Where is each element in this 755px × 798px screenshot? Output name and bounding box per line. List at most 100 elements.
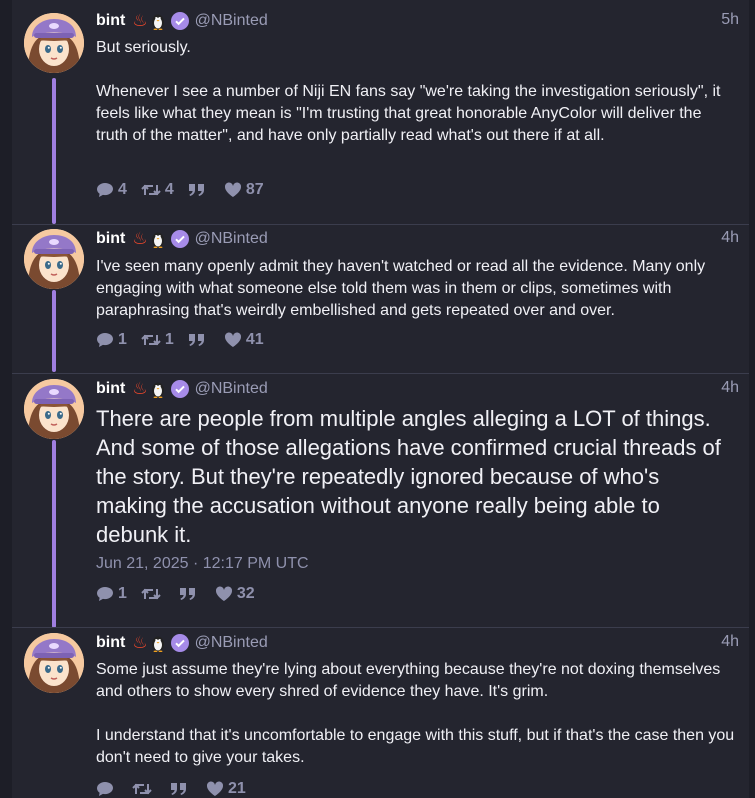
display-name[interactable]: bint (96, 380, 125, 398)
retweet-stat[interactable]: 4 (141, 181, 174, 199)
avatar[interactable] (24, 229, 84, 289)
left-gutter (0, 0, 12, 798)
username[interactable]: @NBinted (195, 230, 268, 248)
quote-stat[interactable] (179, 587, 201, 601)
tweet-stats: 21 (96, 780, 260, 798)
tweet-header: bint ♨ @NBinted 4h (96, 229, 739, 249)
reply-stat[interactable]: 1 (96, 585, 127, 603)
like-count: 21 (228, 780, 246, 797)
reply-count: 1 (118, 585, 127, 602)
tweet-header: bint ♨ @NBinted 5h (96, 11, 739, 31)
verified-badge-icon (170, 634, 189, 652)
quote-icon (170, 782, 192, 796)
display-name[interactable]: bint (96, 230, 125, 248)
tweet-paragraph: I've seen many openly admit they haven't… (96, 258, 706, 319)
name-emojis: ♨ (132, 633, 164, 653)
like-stat[interactable]: 87 (224, 181, 264, 199)
penguin-emoji-icon (151, 634, 165, 653)
name-emojis: ♨ (132, 229, 164, 249)
tweet-content: I've seen many openly admit they haven't… (96, 256, 735, 322)
tweet-header: bint ♨ @NBinted 4h (96, 633, 739, 653)
username[interactable]: @NBinted (195, 12, 268, 30)
tweet-stats: 4 4 87 (96, 181, 278, 199)
heart-icon (224, 182, 246, 198)
like-stat[interactable]: 32 (215, 585, 255, 603)
reply-stat[interactable] (96, 781, 118, 797)
like-stat[interactable]: 41 (224, 331, 264, 349)
retweet-stat[interactable] (141, 586, 165, 602)
hot-springs-emoji-icon: ♨ (132, 229, 148, 248)
heart-icon (224, 332, 246, 348)
like-count: 32 (236, 585, 255, 602)
username[interactable]: @NBinted (195, 380, 268, 398)
tweet-time[interactable]: 4h (721, 229, 739, 247)
quote-stat[interactable] (188, 183, 210, 197)
quote-stat[interactable] (170, 782, 192, 796)
tweet-stats: 1 32 (96, 585, 269, 603)
quote-stat[interactable] (188, 333, 210, 347)
like-count: 41 (245, 331, 264, 348)
heart-icon (206, 781, 228, 797)
comment-icon (96, 332, 118, 348)
name-emojis: ♨ (132, 379, 164, 399)
tweet-stats: 1 1 41 (96, 331, 278, 349)
penguin-emoji-icon (151, 230, 165, 249)
hot-springs-emoji-icon: ♨ (132, 11, 148, 30)
tweet[interactable]: bint ♨ @NBinted 5h But seriously. Whenev… (12, 11, 749, 211)
comment-icon (96, 586, 118, 602)
tweet-divider (12, 627, 749, 628)
tweet-paragraph: But seriously. (96, 39, 191, 56)
avatar[interactable] (24, 633, 84, 693)
retweet-icon (141, 182, 165, 198)
avatar[interactable] (24, 379, 84, 439)
username[interactable]: @NBinted (195, 634, 268, 652)
quote-icon (188, 183, 210, 197)
tweet-time[interactable]: 4h (721, 379, 739, 397)
display-name[interactable]: bint (96, 634, 125, 652)
tweet-content: There are people from multiple angles al… (96, 404, 735, 549)
tweet-date[interactable]: Jun 21, 2025 · 12:17 PM UTC (96, 555, 309, 573)
tweet-paragraph: Whenever I see a number of Niji EN fans … (96, 83, 721, 144)
timeline: bint ♨ @NBinted 5h But seriously. Whenev… (0, 0, 755, 798)
display-name[interactable]: bint (96, 12, 125, 30)
verified-badge-icon (170, 230, 189, 248)
comment-icon (96, 781, 118, 797)
like-stat[interactable]: 21 (206, 780, 246, 798)
comment-icon (96, 182, 118, 198)
verified-badge-icon (170, 380, 189, 398)
tweet[interactable]: bint ♨ @NBinted 4h Some just assume they… (12, 633, 749, 798)
retweet-icon (141, 586, 165, 602)
retweet-count: 1 (164, 331, 174, 348)
tweet-paragraph: There are people from multiple angles al… (96, 406, 721, 547)
hot-springs-emoji-icon: ♨ (132, 379, 148, 398)
tweet-focused[interactable]: bint ♨ @NBinted 4h There are people from… (12, 379, 749, 619)
tweet-time[interactable]: 4h (721, 633, 739, 651)
tweet-time[interactable]: 5h (721, 11, 739, 29)
tweet-paragraph: I understand that it's uncomfortable to … (96, 727, 735, 766)
like-count: 87 (245, 181, 264, 198)
tweet-divider (12, 224, 749, 225)
tweet-content: But seriously. Whenever I see a number o… (96, 37, 735, 147)
retweet-stat[interactable] (132, 781, 156, 797)
quote-icon (179, 587, 201, 601)
reply-stat[interactable]: 1 (96, 331, 127, 349)
hot-springs-emoji-icon: ♨ (132, 633, 148, 652)
retweet-stat[interactable]: 1 (141, 331, 174, 349)
reply-count: 4 (118, 181, 127, 198)
retweet-icon (141, 332, 165, 348)
right-gutter (749, 0, 755, 798)
penguin-emoji-icon (151, 12, 165, 31)
reply-count: 1 (118, 331, 127, 348)
tweet-header: bint ♨ @NBinted 4h (96, 379, 739, 399)
reply-stat[interactable]: 4 (96, 181, 127, 199)
quote-icon (188, 333, 210, 347)
tweet[interactable]: bint ♨ @NBinted 4h I've seen many openly… (12, 229, 749, 364)
tweet-divider (12, 373, 749, 374)
avatar[interactable] (24, 13, 84, 73)
name-emojis: ♨ (132, 11, 164, 31)
penguin-emoji-icon (151, 380, 165, 399)
tweet-paragraph: Some just assume they're lying about eve… (96, 661, 721, 700)
retweet-count: 4 (164, 181, 174, 198)
heart-icon (215, 586, 237, 602)
retweet-icon (132, 781, 156, 797)
